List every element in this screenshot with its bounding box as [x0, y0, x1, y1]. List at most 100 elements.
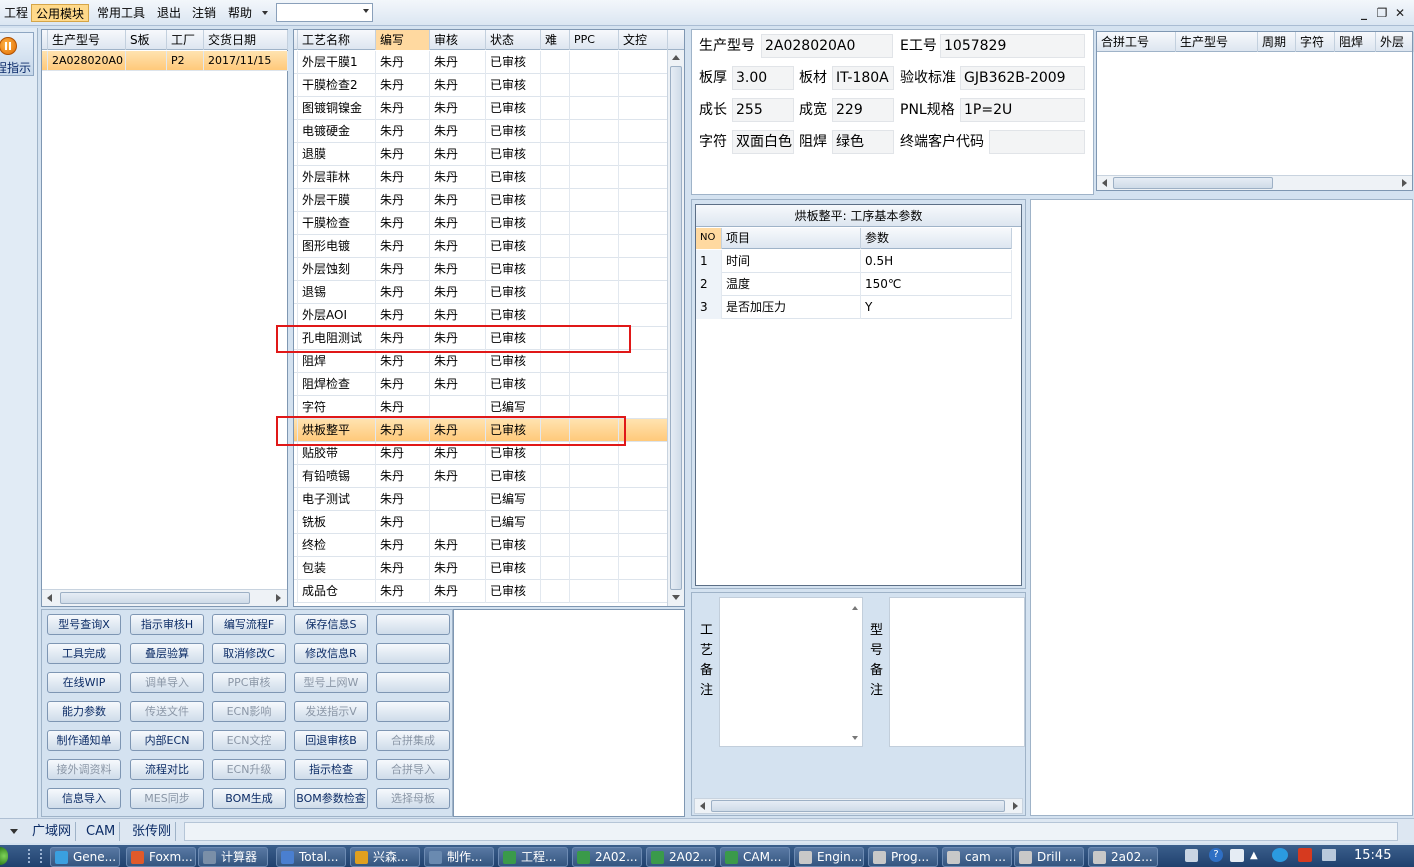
thickness-field[interactable]: 3.00 — [732, 66, 794, 90]
character-field[interactable]: 双面白色 — [732, 130, 794, 154]
action-button[interactable]: 选择母板 — [376, 788, 450, 809]
table-row[interactable]: 干膜检查 朱丹 朱丹 已审核 — [294, 212, 668, 235]
network-icon[interactable] — [1322, 849, 1336, 861]
width-field[interactable]: 229 — [832, 98, 894, 122]
table-row[interactable]: 2 温度 150℃ — [696, 273, 1012, 296]
scroll-thumb[interactable] — [711, 800, 1005, 812]
taskbar-item[interactable]: Gene... — [50, 847, 120, 867]
action-button[interactable]: MES同步 — [130, 788, 204, 809]
col-status[interactable]: 状态 — [486, 30, 541, 50]
col-no[interactable]: NO — [696, 228, 722, 249]
notes-hscroll[interactable] — [694, 798, 1023, 814]
taskbar-item[interactable]: 兴森... — [350, 847, 420, 867]
arrow-up-icon[interactable] — [852, 606, 858, 610]
table-row[interactable]: 阻焊 朱丹 朱丹 已审核 — [294, 350, 668, 373]
table-row[interactable]: 外层菲林 朱丹 朱丹 已审核 — [294, 166, 668, 189]
action-button[interactable]: 接外调资料 — [47, 759, 121, 780]
table-row[interactable]: 图形电镀 朱丹 朱丹 已审核 — [294, 235, 668, 258]
taskbar-item[interactable]: CAM... — [720, 847, 790, 867]
keyboard-icon[interactable] — [1185, 849, 1198, 862]
table-row[interactable]: 图镀铜镍金 朱丹 朱丹 已审核 — [294, 97, 668, 120]
tray-icon[interactable] — [1230, 849, 1244, 862]
action-button[interactable]: 内部ECN — [130, 730, 204, 751]
table-row[interactable]: 3 是否加压力 Y — [696, 296, 1012, 319]
col-s-board[interactable]: S板 — [126, 30, 167, 50]
action-button[interactable]: 编写流程F — [212, 614, 286, 635]
action-button[interactable]: 流程对比 — [130, 759, 204, 780]
scroll-thumb[interactable] — [60, 592, 250, 604]
action-button[interactable]: 能力参数 — [47, 701, 121, 722]
menu-common-module[interactable]: 公用模块 — [31, 4, 90, 22]
taskbar-item[interactable]: Engin... — [794, 847, 864, 867]
arrow-right-icon[interactable] — [1402, 179, 1407, 187]
arrow-up-icon[interactable] — [672, 55, 680, 60]
clock[interactable]: 15:45 — [1354, 847, 1391, 865]
material-field[interactable]: IT-180A — [832, 66, 894, 90]
close-icon[interactable]: ✕ — [1392, 5, 1408, 21]
arrow-down-icon[interactable] — [672, 595, 680, 600]
restore-icon[interactable]: ❐ — [1374, 5, 1390, 21]
action-button[interactable]: ECN影响 — [212, 701, 286, 722]
table-row[interactable]: 外层AOI 朱丹 朱丹 已审核 — [294, 304, 668, 327]
taskbar-item[interactable]: 2A02... — [646, 847, 716, 867]
arrow-left-icon[interactable] — [47, 594, 52, 602]
taskbar-item[interactable]: Total... — [276, 847, 346, 867]
table-row[interactable]: 电子测试 朱丹 已编写 — [294, 488, 668, 511]
col-solder-mask[interactable]: 阻焊 — [1335, 32, 1376, 52]
solder-mask-field[interactable]: 绿色 — [832, 130, 894, 154]
action-button[interactable]: 工具完成 — [47, 643, 121, 664]
action-button[interactable]: PPC审核 — [212, 672, 286, 693]
action-button[interactable]: BOM生成 — [212, 788, 286, 809]
table-row[interactable]: 干膜检查2 朱丹 朱丹 已审核 — [294, 74, 668, 97]
table-row[interactable]: 退锡 朱丹 朱丹 已审核 — [294, 281, 668, 304]
start-icon[interactable] — [0, 847, 8, 865]
arrow-down-icon[interactable] — [852, 736, 858, 740]
table-row[interactable]: 成品仓 朱丹 朱丹 已审核 — [294, 580, 668, 603]
table-row[interactable]: 2A028020A0 P2 2017/11/15 — [42, 51, 288, 71]
table-row[interactable]: 退膜 朱丹 朱丹 已审核 — [294, 143, 668, 166]
action-button[interactable] — [376, 672, 450, 693]
arrow-right-icon[interactable] — [1013, 802, 1018, 810]
table-row[interactable]: 终检 朱丹 朱丹 已审核 — [294, 534, 668, 557]
customer-code-field[interactable] — [989, 130, 1085, 154]
app-tray-icon[interactable] — [1298, 848, 1312, 862]
action-button[interactable]: 保存信息S — [294, 614, 368, 635]
taskbar-item[interactable]: cam ... — [942, 847, 1012, 867]
pnl-field[interactable]: 1P=2U — [960, 98, 1085, 122]
model-field[interactable]: 2A028020A0 — [761, 34, 893, 58]
table-row[interactable]: 1 时间 0.5H — [696, 250, 1012, 273]
action-button[interactable]: 型号查询X — [47, 614, 121, 635]
action-button[interactable] — [376, 614, 450, 635]
action-button[interactable]: 回退审核B — [294, 730, 368, 751]
browser-icon[interactable] — [1272, 848, 1288, 862]
action-button[interactable]: 发送指示V — [294, 701, 368, 722]
action-button[interactable]: 修改信息R — [294, 643, 368, 664]
nav-guide-button[interactable]: 程指示 — [0, 32, 34, 76]
taskbar-item[interactable]: 2a02... — [1088, 847, 1158, 867]
process-grid-vscroll[interactable] — [667, 50, 684, 606]
action-button[interactable]: 在线WIP — [47, 672, 121, 693]
col-cycle[interactable]: 周期 — [1258, 32, 1296, 52]
menu-exit[interactable]: 退出 — [153, 4, 185, 22]
col-writer[interactable]: 编写 — [376, 30, 430, 50]
action-button[interactable]: 叠层验算 — [130, 643, 204, 664]
col-outer-layer[interactable]: 外层 — [1376, 32, 1414, 52]
col-model[interactable]: 生产型号 — [1176, 32, 1258, 52]
table-row[interactable]: 铣板 朱丹 已编写 — [294, 511, 668, 534]
table-row[interactable]: 包装 朱丹 朱丹 已审核 — [294, 557, 668, 580]
minimize-icon[interactable]: _ — [1356, 5, 1372, 21]
scroll-thumb[interactable] — [670, 66, 682, 590]
taskbar-item[interactable]: 制作... — [424, 847, 494, 867]
process-notes-field[interactable] — [719, 597, 863, 747]
col-item[interactable]: 项目 — [722, 228, 861, 249]
col-difficulty[interactable]: 难 — [541, 30, 570, 50]
table-row[interactable]: 阻焊检查 朱丹 朱丹 已审核 — [294, 373, 668, 396]
taskbar-item[interactable]: 计算器 — [198, 847, 268, 867]
action-button[interactable]: 信息导入 — [47, 788, 121, 809]
menu-common-tools[interactable]: 常用工具 — [93, 4, 149, 22]
menu-combo-box[interactable] — [276, 3, 373, 22]
col-doc-control[interactable]: 文控 — [619, 30, 668, 50]
col-ppc[interactable]: PPC — [570, 30, 619, 50]
action-button[interactable]: 取消修改C — [212, 643, 286, 664]
col-merge-number[interactable]: 合拼工号 — [1097, 32, 1176, 52]
